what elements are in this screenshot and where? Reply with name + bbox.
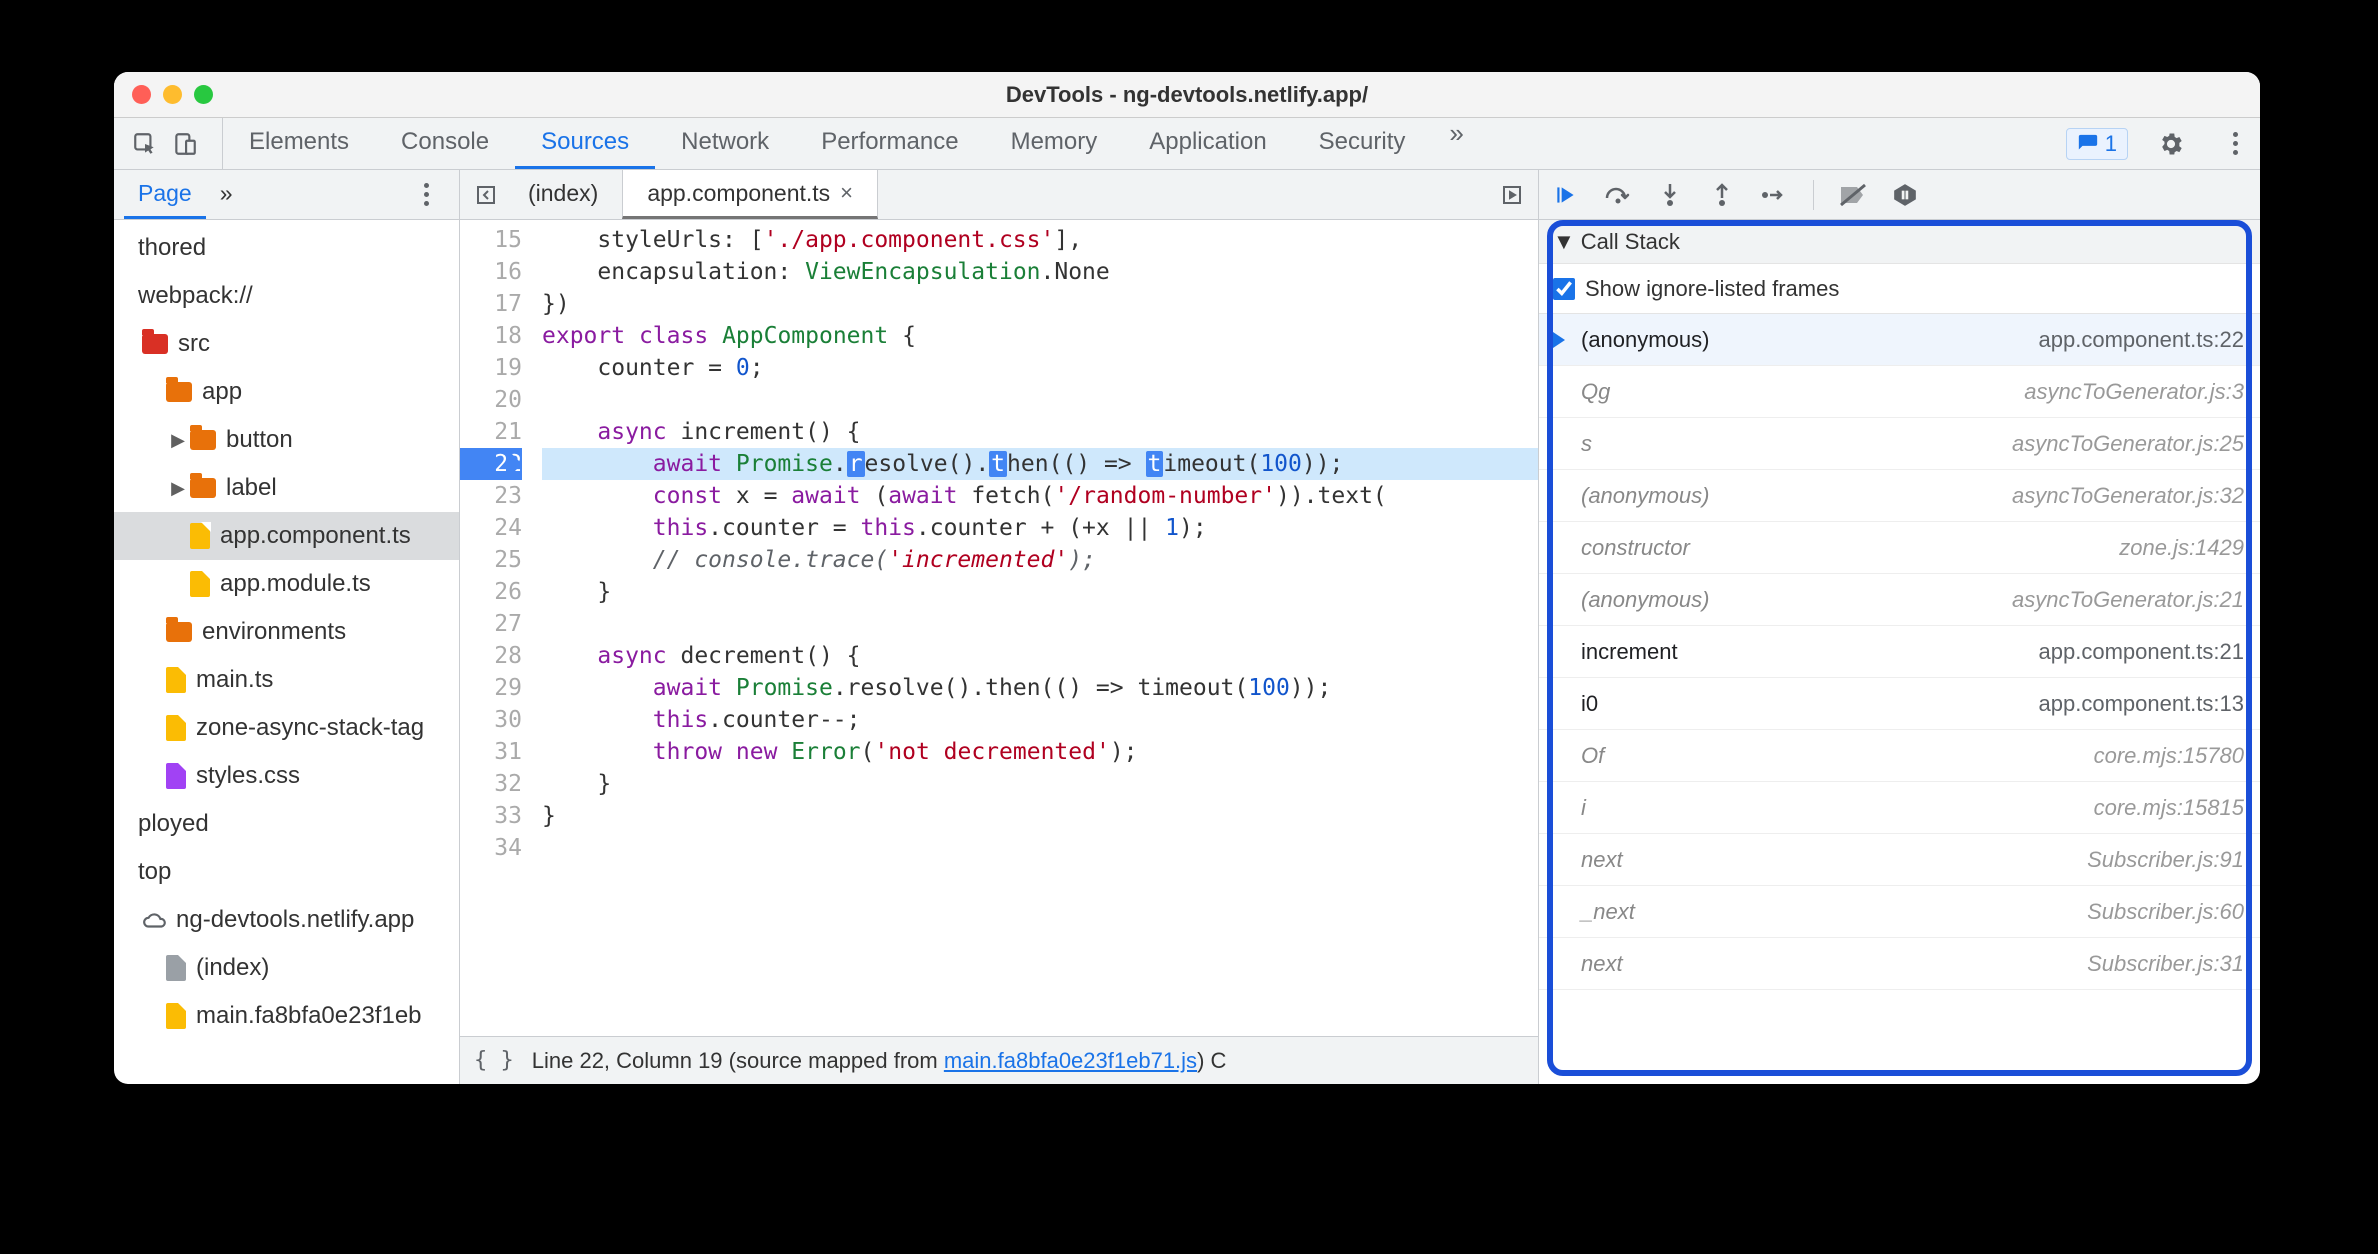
resume-icon[interactable] (1549, 178, 1583, 212)
step-over-icon[interactable] (1601, 178, 1635, 212)
more-menu-icon[interactable] (2220, 132, 2250, 155)
callstack-frame[interactable]: _nextSubscriber.js:60 (1539, 886, 2260, 938)
main-tab-network[interactable]: Network (655, 118, 795, 169)
close-tab-icon[interactable]: × (840, 180, 853, 206)
show-ignored-frames-toggle[interactable]: Show ignore-listed frames (1539, 264, 2260, 314)
callstack-frame[interactable]: i0app.component.ts:13 (1539, 678, 2260, 730)
main-tab-application[interactable]: Application (1123, 118, 1292, 169)
tree-item[interactable]: environments (114, 608, 459, 656)
tabs-overflow-button[interactable]: » (1431, 118, 1481, 169)
tree-item[interactable]: styles.css (114, 752, 459, 800)
issues-badge[interactable]: 1 (2066, 128, 2128, 160)
code-editor[interactable]: 1516171819202122232425262728293031323334… (460, 220, 1538, 1036)
callstack-frame[interactable]: (anonymous)asyncToGenerator.js:21 (1539, 574, 2260, 626)
titlebar: DevTools - ng-devtools.netlify.app/ (114, 72, 2260, 118)
tree-item[interactable]: ng-devtools.netlify.app (114, 896, 459, 944)
callstack-frame[interactable]: nextSubscriber.js:31 (1539, 938, 2260, 990)
tree-item[interactable]: src (114, 320, 459, 368)
nav-tab-page[interactable]: Page (124, 170, 206, 219)
navigator-panel: Page » thoredwebpack://srcapp▶button▶lab… (114, 170, 460, 1084)
devtools-window: DevTools - ng-devtools.netlify.app/ Elem… (114, 72, 2260, 1084)
step-icon[interactable] (1757, 178, 1791, 212)
callstack-frame[interactable]: (anonymous)app.component.ts:22 (1539, 314, 2260, 366)
editor-tabbar: (index)app.component.ts× (460, 170, 1538, 220)
tree-item[interactable]: thored (114, 224, 459, 272)
tree-item[interactable]: app.component.ts (114, 512, 459, 560)
tree-item[interactable]: zone-async-stack-tag (114, 704, 459, 752)
callstack-list: (anonymous)app.component.ts:22QgasyncToG… (1539, 314, 2260, 990)
nav-tab-overflow[interactable]: » (206, 170, 247, 219)
tree-item[interactable]: main.fa8bfa0e23f1eb (114, 992, 459, 1040)
main-tab-sources[interactable]: Sources (515, 118, 655, 169)
step-into-icon[interactable] (1653, 178, 1687, 212)
show-ignored-checkbox[interactable] (1553, 278, 1575, 300)
main-tab-console[interactable]: Console (375, 118, 515, 169)
editor-nav-back-icon[interactable] (468, 177, 504, 213)
tree-item[interactable]: ▶button (114, 416, 459, 464)
callstack-frame[interactable]: constructorzone.js:1429 (1539, 522, 2260, 574)
issues-count: 1 (2105, 131, 2117, 157)
inspect-icon[interactable] (128, 127, 162, 161)
main-tab-memory[interactable]: Memory (985, 118, 1124, 169)
callstack-frame[interactable]: nextSubscriber.js:91 (1539, 834, 2260, 886)
tree-item[interactable]: app (114, 368, 459, 416)
tree-item[interactable]: main.ts (114, 656, 459, 704)
deactivate-breakpoints-icon[interactable] (1836, 178, 1870, 212)
main-tab-elements[interactable]: Elements (223, 118, 375, 169)
tree-item[interactable]: (index) (114, 944, 459, 992)
source-map-link[interactable]: main.fa8bfa0e23f1eb71.js (944, 1048, 1197, 1073)
tree-item[interactable]: top (114, 848, 459, 896)
main-tabbar: ElementsConsoleSourcesNetworkPerformance… (114, 118, 2260, 170)
show-ignored-label: Show ignore-listed frames (1585, 276, 1839, 302)
debugger-toolbar (1539, 170, 2260, 220)
tree-item[interactable]: ▶label (114, 464, 459, 512)
nav-more-icon[interactable] (403, 170, 449, 219)
callstack-frame[interactable]: incrementapp.component.ts:21 (1539, 626, 2260, 678)
pretty-print-icon[interactable]: { } (474, 1048, 514, 1073)
pause-on-exceptions-icon[interactable] (1888, 178, 1922, 212)
window-title: DevTools - ng-devtools.netlify.app/ (114, 82, 2260, 108)
callstack-frame[interactable]: (anonymous)asyncToGenerator.js:32 (1539, 470, 2260, 522)
main-tab-performance[interactable]: Performance (795, 118, 984, 169)
editor-statusbar: { } Line 22, Column 19 (source mapped fr… (460, 1036, 1538, 1084)
tree-item[interactable]: ployed (114, 800, 459, 848)
callstack-frame[interactable]: sasyncToGenerator.js:25 (1539, 418, 2260, 470)
callstack-frame[interactable]: icore.mjs:15815 (1539, 782, 2260, 834)
editor-tab[interactable]: app.component.ts× (622, 170, 878, 219)
settings-icon[interactable] (2154, 127, 2188, 161)
device-toggle-icon[interactable] (168, 127, 202, 161)
tree-item[interactable]: app.module.ts (114, 560, 459, 608)
callstack-header[interactable]: ▼ Call Stack (1539, 220, 2260, 264)
tree-item[interactable]: webpack:// (114, 272, 459, 320)
status-text: Line 22, Column 19 (source mapped from m… (532, 1048, 1227, 1074)
editor-tab[interactable]: (index) (504, 170, 622, 219)
callstack-frame[interactable]: Ofcore.mjs:15780 (1539, 730, 2260, 782)
debugger-panel: ▼ Call Stack Show ignore-listed frames (… (1538, 170, 2260, 1084)
step-out-icon[interactable] (1705, 178, 1739, 212)
editor-panel: (index)app.component.ts× 151617181920212… (460, 170, 1538, 1084)
main-tabs: ElementsConsoleSourcesNetworkPerformance… (223, 118, 1431, 169)
callstack-frame[interactable]: QgasyncToGenerator.js:3 (1539, 366, 2260, 418)
editor-run-snippet-icon[interactable] (1494, 177, 1530, 213)
file-tree: thoredwebpack://srcapp▶button▶labelapp.c… (114, 220, 459, 1084)
main-tab-security[interactable]: Security (1293, 118, 1432, 169)
